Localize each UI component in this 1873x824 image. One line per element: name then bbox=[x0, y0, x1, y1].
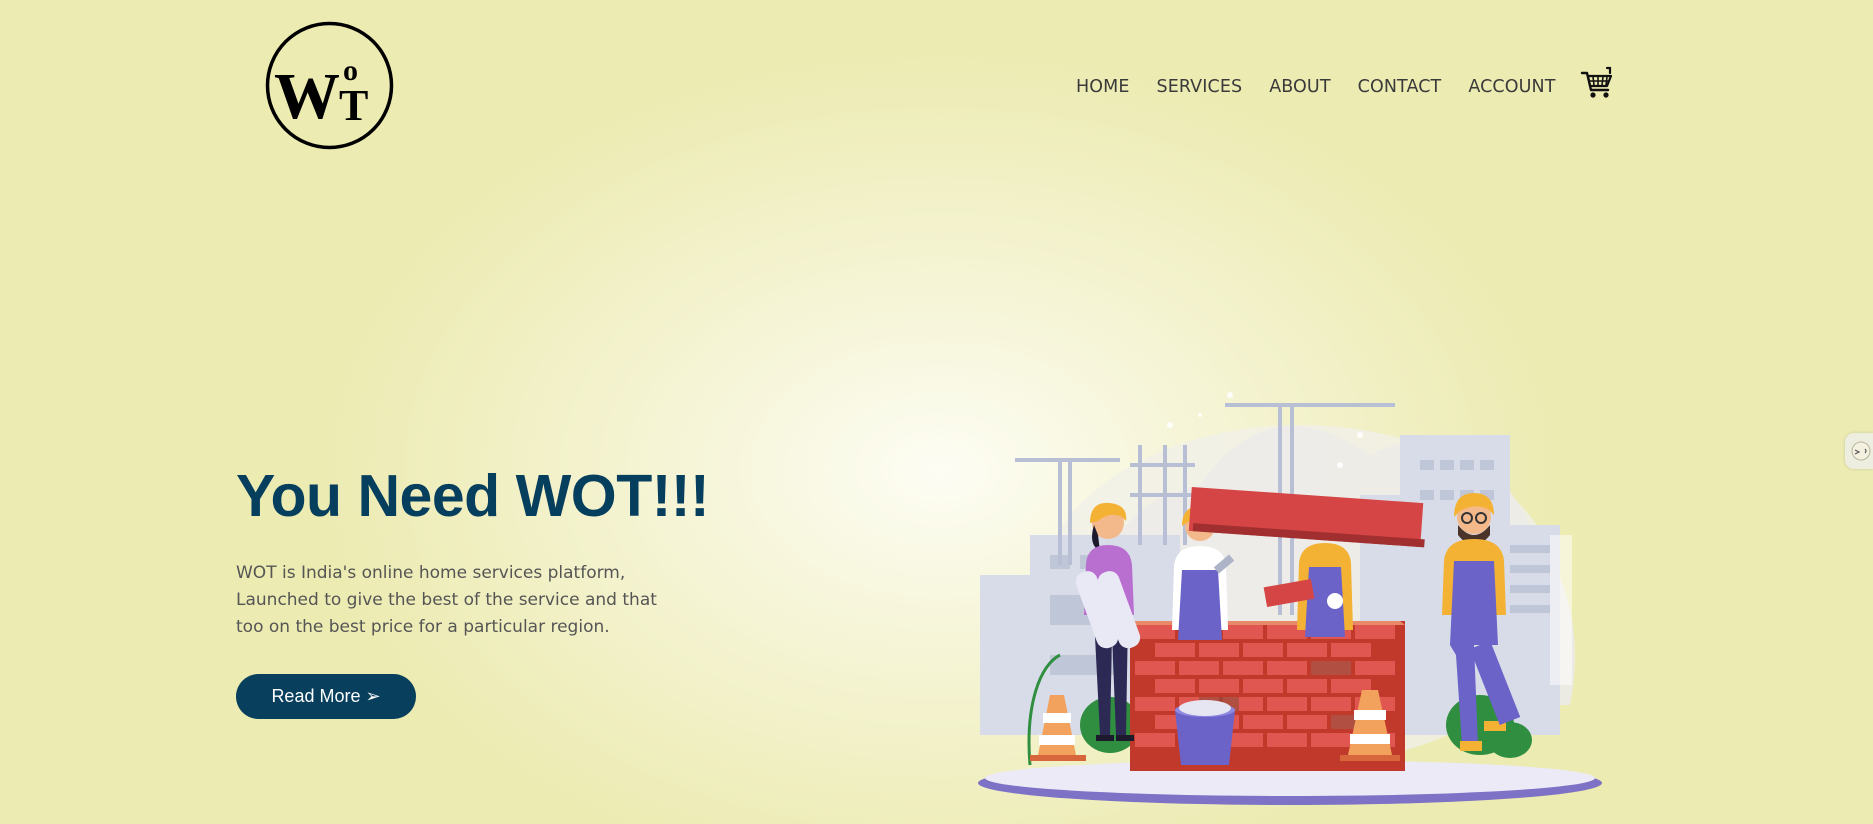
main-nav: HOME SERVICES ABOUT CONTACT ACCOUNT bbox=[1076, 66, 1615, 100]
nav-home[interactable]: HOME bbox=[1076, 77, 1130, 97]
nav-services[interactable]: SERVICES bbox=[1157, 77, 1243, 97]
hero-title: You Need WOT!!! bbox=[236, 463, 710, 529]
hero-illustration bbox=[970, 365, 1620, 815]
side-widget-tab[interactable] bbox=[1845, 433, 1873, 469]
site-logo[interactable]: W o T bbox=[264, 20, 395, 151]
svg-text:T: T bbox=[339, 81, 368, 130]
svg-text:W: W bbox=[274, 60, 340, 133]
nav-about[interactable]: ABOUT bbox=[1269, 77, 1330, 97]
nav-contact[interactable]: CONTACT bbox=[1358, 77, 1442, 97]
logo-emblem: W o T bbox=[265, 21, 394, 150]
nav-account[interactable]: ACCOUNT bbox=[1468, 77, 1555, 97]
smiley-icon bbox=[1851, 441, 1871, 461]
read-more-button[interactable]: Read More ➢ bbox=[236, 674, 416, 719]
cart-icon-graphic bbox=[1580, 66, 1612, 98]
cart-icon[interactable] bbox=[1579, 65, 1615, 101]
hero-description: WOT is India's online home services plat… bbox=[236, 563, 657, 637]
